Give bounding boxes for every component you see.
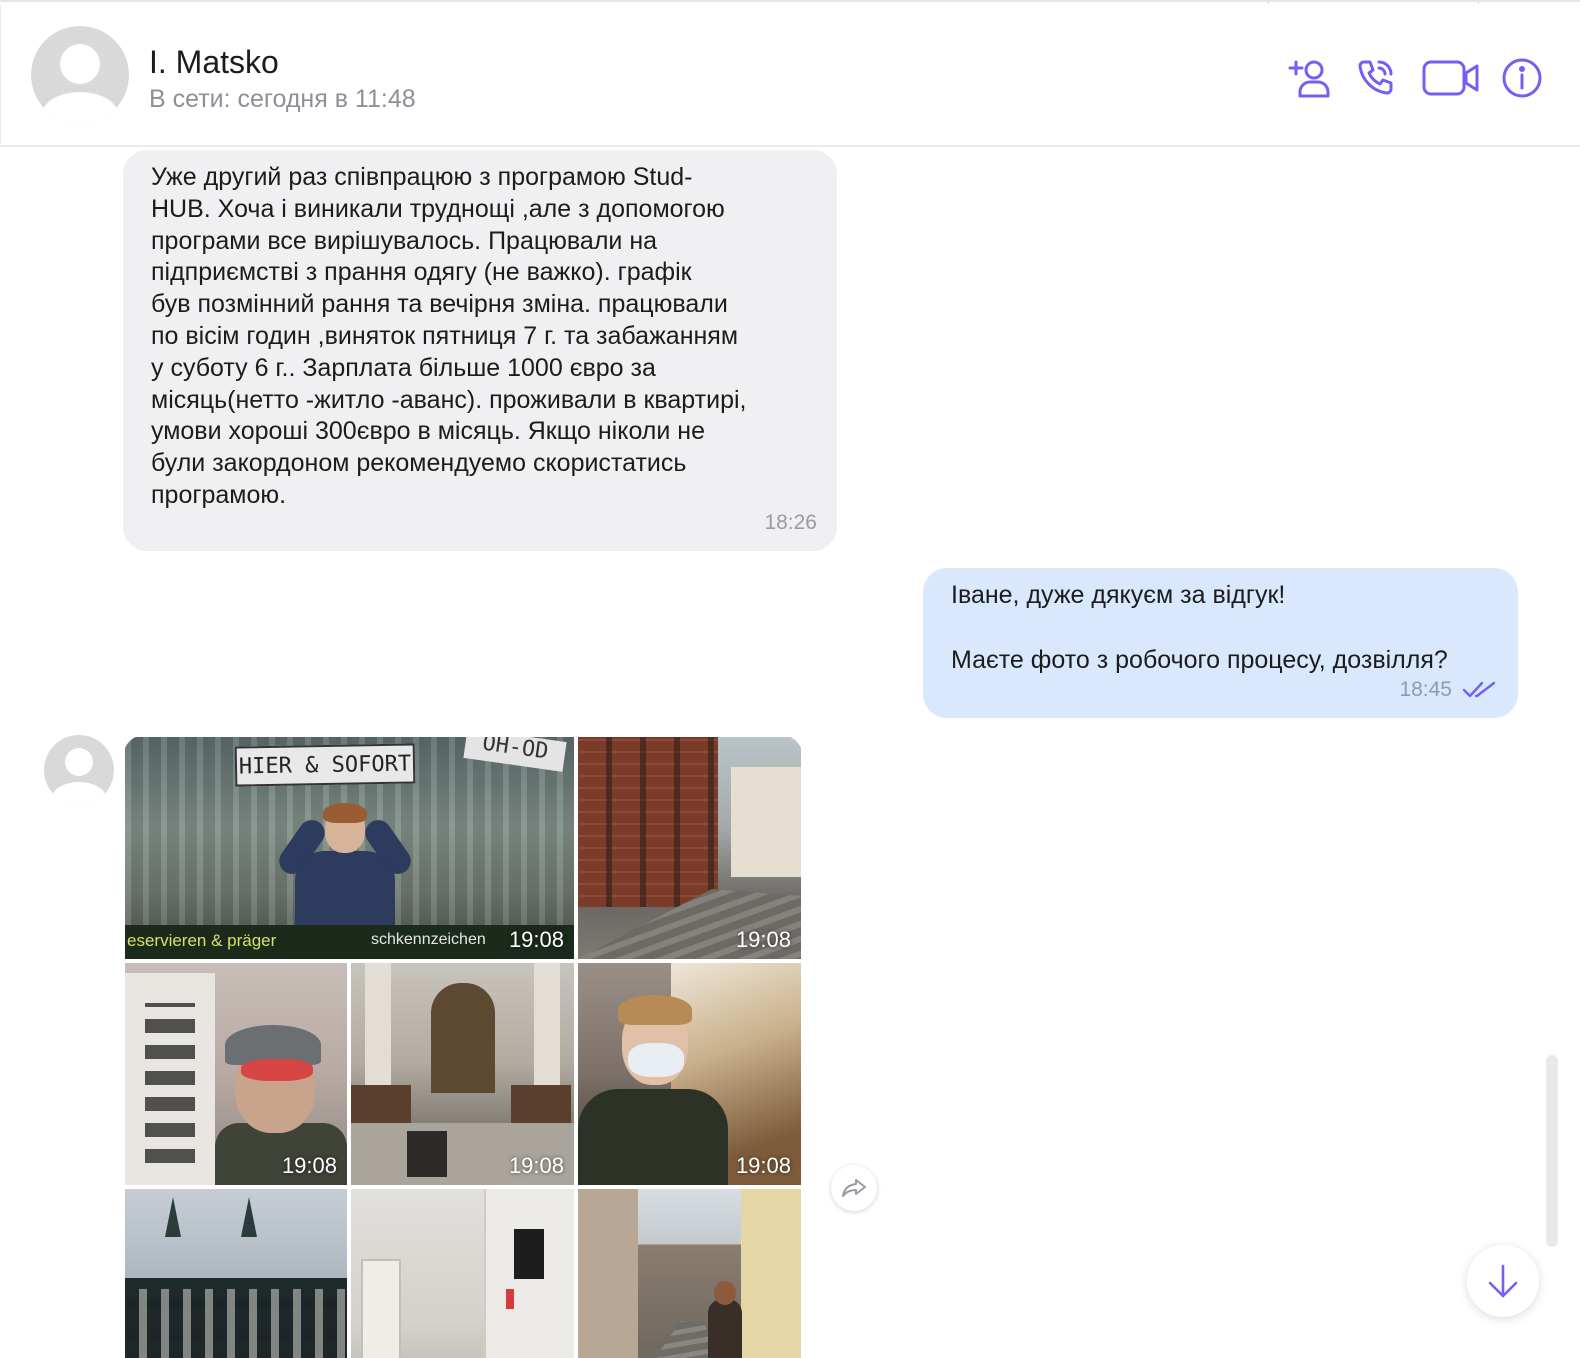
photo-time: 19:08 — [508, 1153, 564, 1178]
avatar-placeholder-head — [65, 748, 93, 776]
message-text-line: Маєте фото з робочого процесу, дозвілля? — [951, 646, 1448, 674]
photo-sign: HIER & SOFORT — [234, 743, 416, 787]
photo-time: 19:08 — [735, 927, 791, 952]
share-button[interactable] — [831, 1165, 877, 1211]
video-call-button[interactable] — [1421, 54, 1481, 102]
incoming-message-bubble[interactable]: Уже другий раз співпрацюю з програмою St… — [123, 150, 837, 551]
person-hair — [323, 803, 367, 823]
arrow-down-icon — [1488, 1264, 1518, 1298]
info-icon — [1502, 58, 1542, 98]
share-arrow-icon — [842, 1179, 866, 1197]
photo-gallery-message: HIER & SOFORT OH-OD eservieren & präger … — [123, 735, 803, 1358]
contact-status: В сети: сегодня в 11:48 — [149, 85, 416, 113]
photo-strip-text: eservieren & präger — [127, 931, 277, 950]
add-participant-button[interactable] — [1285, 54, 1333, 102]
photo-pews — [351, 1085, 574, 1125]
photo-building — [578, 1189, 638, 1358]
message-time: 18:45 — [1399, 678, 1452, 701]
photo-time: 19:08 — [508, 927, 564, 952]
gallery-photo[interactable]: 19:08 — [351, 963, 574, 1185]
chat-scrollbar[interactable] — [1546, 1055, 1558, 1247]
person-cap-visor — [241, 1059, 313, 1081]
gallery-photo[interactable]: 19:08 — [578, 963, 801, 1185]
voice-call-button[interactable] — [1351, 54, 1399, 102]
video-camera-icon — [1422, 60, 1479, 96]
gallery-photo[interactable]: HIER & SOFORT OH-OD eservieren & präger … — [125, 737, 574, 959]
photo-stand — [407, 1131, 447, 1177]
message-meta: 18:45 — [1399, 678, 1496, 702]
gallery-photo[interactable]: 19:08 — [578, 737, 801, 959]
message-text-line: Іване, дуже дякуєм за відгук! — [951, 581, 1286, 609]
person-mask — [628, 1043, 684, 1077]
avatar-placeholder-body — [42, 92, 118, 124]
phone-icon — [1358, 60, 1393, 95]
photo-brick-wall — [578, 737, 718, 907]
avatar-placeholder-body — [52, 782, 106, 805]
photo-spire — [165, 1197, 181, 1237]
sender-avatar[interactable] — [44, 735, 114, 805]
photo-time: 19:08 — [735, 1153, 791, 1178]
contact-avatar[interactable] — [31, 26, 129, 124]
photo-screen — [514, 1229, 544, 1279]
gallery-photo[interactable]: 19:08 — [125, 963, 347, 1185]
photo-altar — [431, 983, 495, 1093]
avatar-placeholder-head — [60, 44, 100, 84]
photo-strip: eservieren & präger schkennzeichen — [125, 925, 574, 959]
outgoing-message-bubble[interactable]: Іване, дуже дякуєм за відгук! Маєте фото… — [923, 568, 1518, 718]
photo-poster — [125, 973, 215, 1185]
photo-facade-windows — [125, 1289, 347, 1358]
photo-strip-text: schkennzeichen — [371, 931, 486, 948]
message-time: 18:26 — [764, 511, 817, 534]
info-button[interactable] — [1499, 54, 1545, 102]
gallery-photo[interactable] — [578, 1189, 801, 1358]
person-hair — [618, 995, 692, 1025]
photo-door — [361, 1259, 401, 1358]
gallery-photo[interactable] — [125, 1189, 347, 1358]
photo-spire — [241, 1197, 257, 1237]
contact-name[interactable]: I. Matsko — [149, 44, 279, 81]
photo-time: 19:08 — [281, 1153, 337, 1178]
person-jacket — [578, 1089, 728, 1185]
add-user-icon — [1288, 60, 1330, 98]
photo-extinguisher — [506, 1289, 514, 1309]
double-check-icon — [1462, 681, 1496, 698]
message-text: Уже другий раз співпрацюю з програмою St… — [151, 163, 747, 509]
scroll-to-bottom-button[interactable] — [1467, 1245, 1539, 1317]
chat-header: I. Matsko В сети: сегодня в 11:48 — [0, 4, 1580, 147]
photo-person — [708, 1281, 742, 1358]
gallery-photo[interactable] — [351, 1189, 574, 1358]
photo-building — [741, 1189, 801, 1358]
photo-houses — [731, 767, 801, 877]
